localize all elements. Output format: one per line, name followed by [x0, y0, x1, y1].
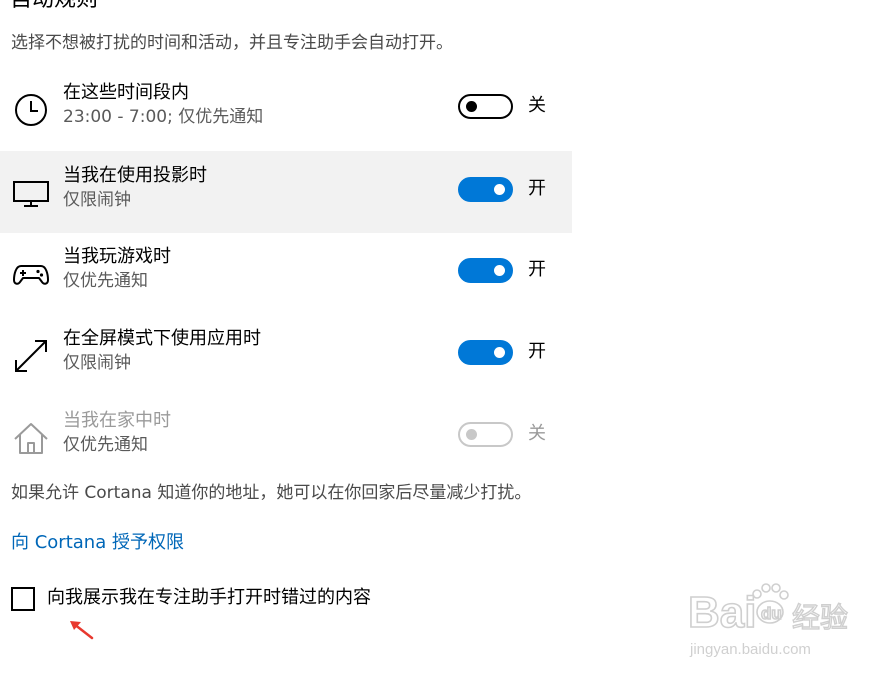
fullscreen-toggle[interactable]	[458, 340, 513, 365]
toggle-knob	[466, 101, 477, 112]
toggle-state-label: 开	[528, 178, 546, 199]
toggle-knob	[494, 184, 505, 195]
missed-summary-checkbox[interactable]	[11, 587, 35, 611]
toggle-knob	[494, 347, 505, 358]
toggle-knob	[494, 265, 505, 276]
rule-subtitle: 仅优先通知	[63, 271, 148, 291]
baidu-jingyan-watermark: Bai du 经验 jingyan.baidu.com	[687, 582, 858, 662]
at-home-toggle	[458, 422, 513, 447]
rule-at-home: 当我在家中时 仅优先通知 关	[0, 396, 572, 478]
toggle-state-label: 开	[528, 259, 546, 280]
watermark-brand: Bai	[688, 588, 756, 637]
cortana-note: 如果允许 Cortana 知道你的地址，她可以在你回家后尽量减少打扰。	[11, 483, 532, 503]
toggle-knob	[466, 429, 477, 440]
gamepad-icon	[11, 254, 51, 294]
rule-title: 当我玩游戏时	[63, 246, 171, 267]
rule-fullscreen: 在全屏模式下使用应用时 仅限闹钟 开	[0, 314, 572, 396]
section-description: 选择不想被打扰的时间和活动，并且专注助手会自动打开。	[11, 33, 453, 53]
time-period-toggle[interactable]	[458, 94, 513, 119]
rule-title: 在这些时间段内	[63, 82, 189, 103]
rule-subtitle: 仅优先通知	[63, 435, 148, 455]
paw-icon: du	[752, 583, 789, 624]
rule-subtitle: 23:00 - 7:00; 仅优先通知	[63, 107, 264, 127]
rule-title: 在全屏模式下使用应用时	[63, 328, 261, 349]
toggle-state-label: 开	[528, 341, 546, 362]
watermark-brand-suffix: 经验	[792, 601, 848, 634]
toggle-state-label: 关	[528, 423, 546, 444]
clock-icon	[11, 90, 51, 130]
annotation-arrow-icon	[68, 618, 94, 640]
toggle-state-label: 关	[528, 95, 546, 116]
rule-time-period: 在这些时间段内 23:00 - 7:00; 仅优先通知 关	[0, 68, 572, 150]
rule-gaming: 当我玩游戏时 仅优先通知 开	[0, 232, 572, 314]
rule-subtitle: 仅限闹钟	[63, 190, 131, 210]
monitor-icon	[11, 173, 51, 213]
section-title: 自动规则	[10, 0, 98, 14]
watermark-url: jingyan.baidu.com	[689, 641, 811, 658]
gaming-toggle[interactable]	[458, 258, 513, 283]
rule-projecting: 当我在使用投影时 仅限闹钟 开	[0, 151, 572, 233]
rule-subtitle: 仅限闹钟	[63, 353, 131, 373]
rule-title: 当我在使用投影时	[63, 165, 207, 186]
home-icon	[11, 418, 51, 458]
projecting-toggle[interactable]	[458, 177, 513, 202]
svg-text:du: du	[761, 604, 782, 623]
fullscreen-arrow-icon	[11, 336, 51, 376]
rule-title: 当我在家中时	[63, 410, 171, 431]
missed-summary-label[interactable]: 向我展示我在专注助手打开时错过的内容	[47, 586, 371, 610]
cortana-permission-link[interactable]: 向 Cortana 授予权限	[11, 531, 184, 555]
